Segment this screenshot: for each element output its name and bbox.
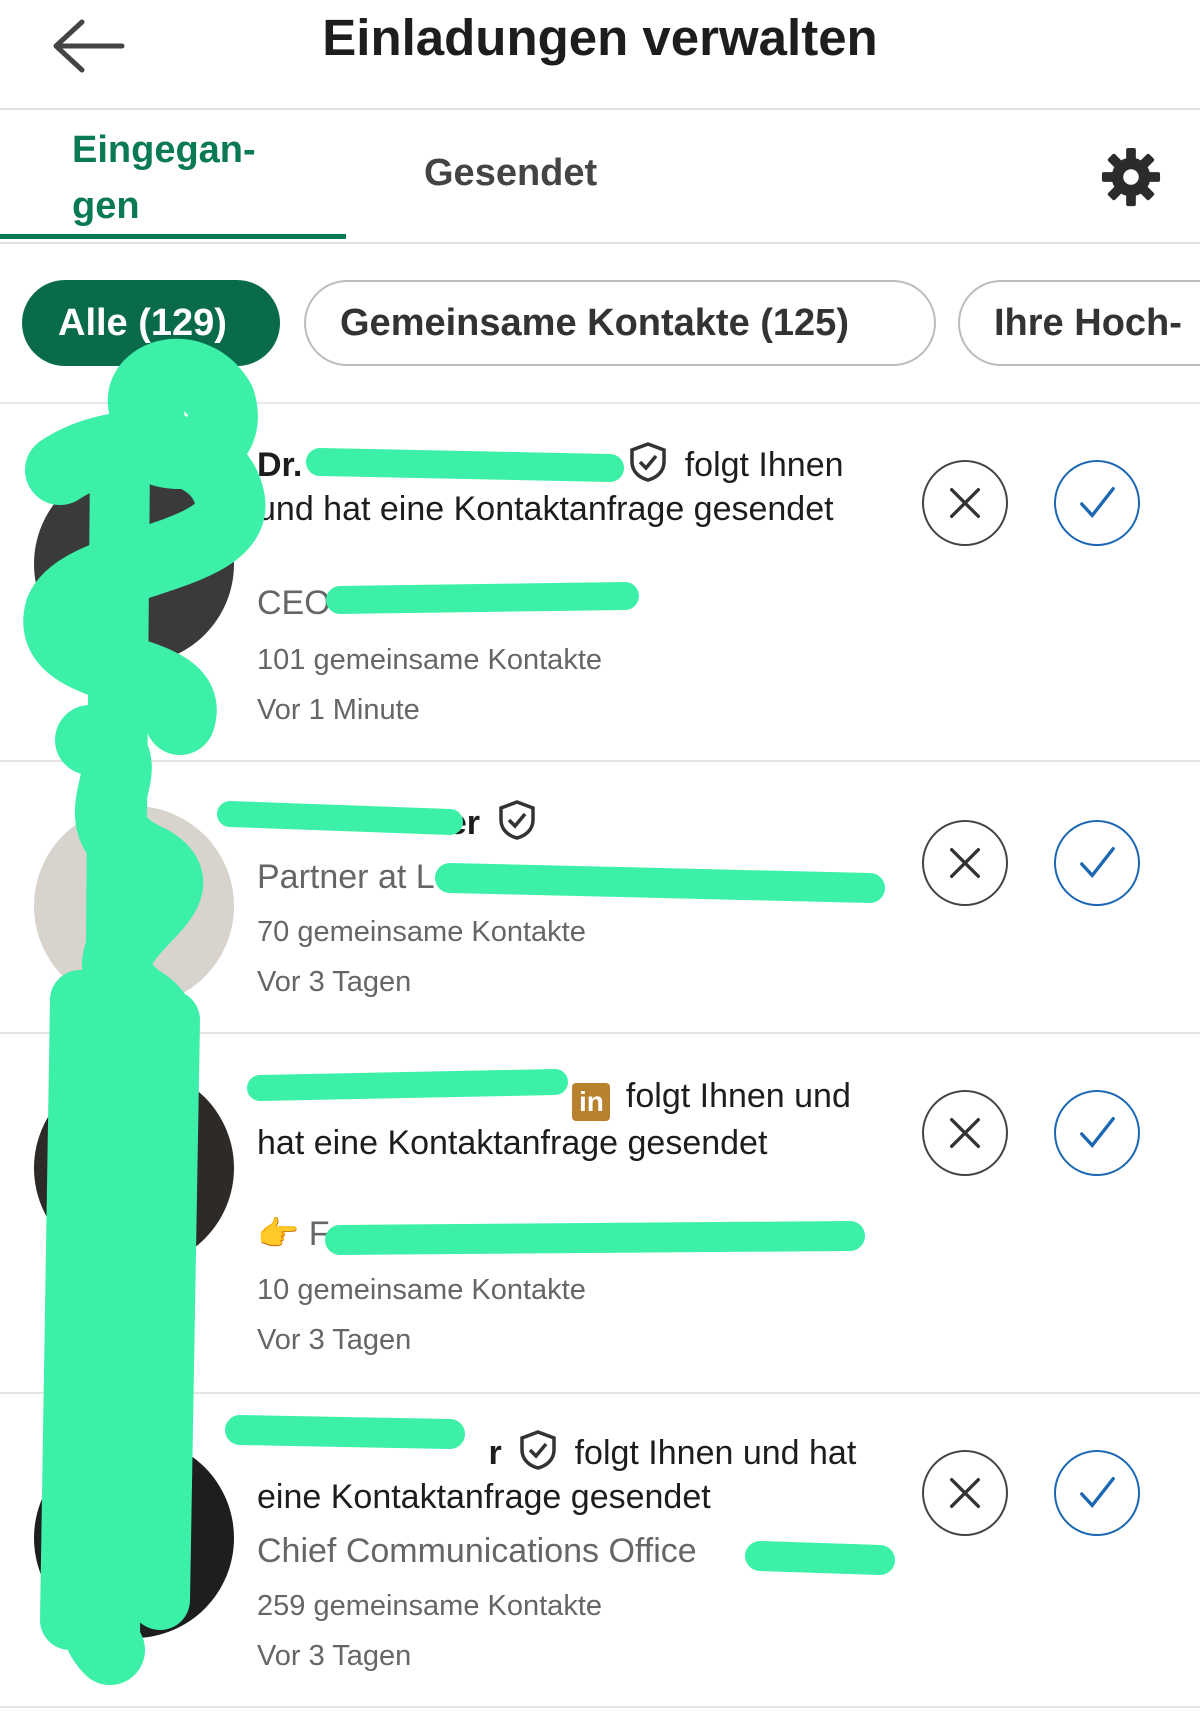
redaction-overlay xyxy=(23,338,895,1685)
